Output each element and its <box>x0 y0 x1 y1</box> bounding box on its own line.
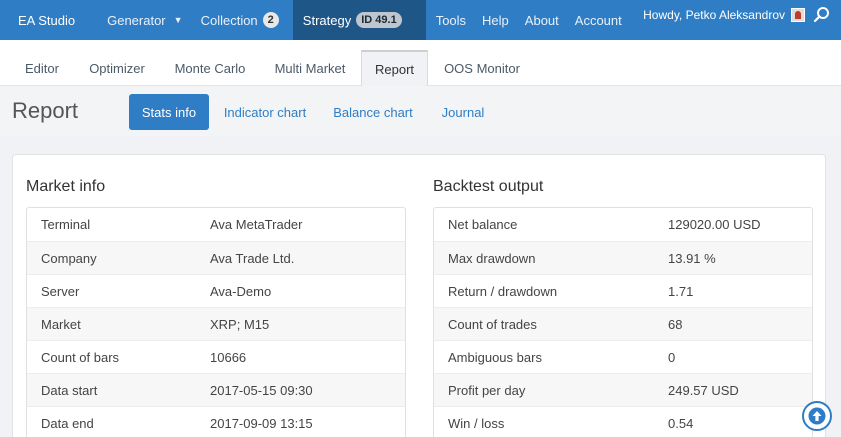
tab-editor[interactable]: Editor <box>12 50 72 86</box>
row-value: 0 <box>668 349 676 365</box>
chevron-down-icon[interactable]: ▼ <box>174 0 189 40</box>
table-row: Return / drawdown 1.71 <box>434 274 812 307</box>
row-value: Ava Trade Ltd. <box>210 250 295 266</box>
row-value: 2017-09-09 13:15 <box>210 415 313 431</box>
tab-optimizer[interactable]: Optimizer <box>80 50 154 86</box>
table-row: Net balance 129020.00 USD <box>434 208 812 241</box>
table-row: Max drawdown 13.91 % <box>434 241 812 274</box>
tab-oos-monitor[interactable]: OOS Monitor <box>436 50 528 86</box>
nav-account[interactable]: Account <box>567 0 630 40</box>
backtest-output-title: Backtest output <box>433 178 544 195</box>
table-row: Terminal Ava MetaTrader <box>27 208 405 241</box>
table-row: Count of trades 68 <box>434 307 812 340</box>
nav-collection-label: Collection <box>200 12 258 28</box>
row-value: 1.71 <box>668 283 694 299</box>
balance-chart-button[interactable]: Balance chart <box>326 94 420 130</box>
row-label: Data start <box>41 382 98 398</box>
collection-count-badge: 2 <box>262 12 279 28</box>
nav-ea-studio[interactable]: EA Studio <box>0 0 99 40</box>
row-label: Return / drawdown <box>448 283 558 299</box>
stats-panel: Market info Backtest output Terminal Ava… <box>12 154 826 437</box>
user-greeting[interactable]: Howdy, Petko Aleksandrov <box>643 0 785 30</box>
row-label: Data end <box>41 415 94 431</box>
market-info-title: Market info <box>26 178 106 195</box>
row-value: 129020.00 USD <box>668 217 761 232</box>
row-label: Net balance <box>448 217 518 232</box>
row-label: Ambiguous bars <box>448 349 542 365</box>
stats-info-button[interactable]: Stats info <box>129 94 209 130</box>
row-value: 249.57 USD <box>668 382 739 398</box>
row-value: Ava-Demo <box>210 283 272 299</box>
row-value: 0.54 <box>668 415 694 431</box>
table-row: Company Ava Trade Ltd. <box>27 241 405 274</box>
arrow-up-icon <box>808 407 826 425</box>
journal-button[interactable]: Journal <box>432 94 494 130</box>
nav-tools[interactable]: Tools <box>426 0 474 40</box>
row-label: Win / loss <box>448 415 505 431</box>
table-row: Ambiguous bars 0 <box>434 340 812 373</box>
table-row: Market XRP; M15 <box>27 307 405 340</box>
backtest-output-table: Net balance 129020.00 USD Max drawdown 1… <box>433 207 813 437</box>
table-row: Server Ava-Demo <box>27 274 405 307</box>
strategy-id-badge: ID 49.1 <box>356 12 402 28</box>
table-row: Data start 2017-05-15 09:30 <box>27 373 405 406</box>
row-label: Count of trades <box>448 316 537 332</box>
nav-collection[interactable]: Collection 2 <box>189 0 287 40</box>
nav-generator[interactable]: Generator <box>99 0 174 40</box>
nav-strategy-label: Strategy <box>302 12 352 28</box>
row-value: 13.91 % <box>668 250 716 266</box>
top-navbar: EA Studio Generator ▼ Collection 2 Strat… <box>0 0 841 40</box>
row-label: Terminal <box>41 217 91 232</box>
report-header: Report Stats info Indicator chart Balanc… <box>0 86 841 136</box>
table-row: Profit per day 249.57 USD <box>434 373 812 406</box>
row-label: Max drawdown <box>448 250 536 266</box>
tab-multi-market[interactable]: Multi Market <box>264 50 356 86</box>
avatar[interactable] <box>791 8 805 22</box>
search-icon[interactable] <box>813 6 831 24</box>
page-title: Report <box>12 98 79 123</box>
nav-help[interactable]: Help <box>474 0 517 40</box>
nav-about[interactable]: About <box>517 0 567 40</box>
market-info-table: Terminal Ava MetaTrader Company Ava Trad… <box>26 207 406 437</box>
scroll-to-top-button[interactable] <box>802 401 832 431</box>
table-row: Count of bars 10666 <box>27 340 405 373</box>
row-label: Profit per day <box>448 382 526 398</box>
row-label: Count of bars <box>41 349 120 365</box>
row-value: 10666 <box>210 349 247 365</box>
tab-report[interactable]: Report <box>361 50 428 86</box>
tab-monte-carlo[interactable]: Monte Carlo <box>164 50 256 86</box>
indicator-chart-button[interactable]: Indicator chart <box>218 94 312 130</box>
row-value: XRP; M15 <box>210 316 270 332</box>
table-row: Data end 2017-09-09 13:15 <box>27 406 405 437</box>
nav-strategy[interactable]: Strategy ID 49.1 <box>292 0 426 40</box>
row-value: 68 <box>668 316 683 332</box>
row-value: Ava MetaTrader <box>210 217 303 232</box>
row-value: 2017-05-15 09:30 <box>210 382 313 398</box>
strategy-subtabs: Editor Optimizer Monte Carlo Multi Marke… <box>0 40 841 86</box>
row-label: Server <box>41 283 80 299</box>
row-label: Market <box>41 316 81 332</box>
row-label: Company <box>41 250 97 266</box>
table-row: Win / loss 0.54 <box>434 406 812 437</box>
